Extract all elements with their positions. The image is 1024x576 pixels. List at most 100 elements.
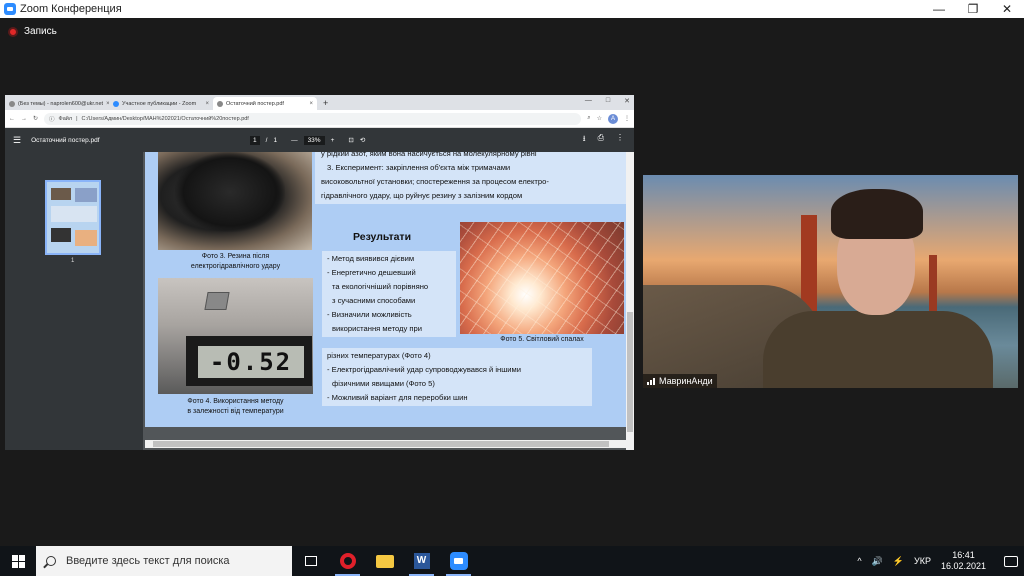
- url-text: C:/Users/Админ/Desktop/МАН%202021/Остато…: [81, 115, 249, 122]
- caption-photo-4: Фото 4. Використання методу в залежності…: [158, 397, 313, 417]
- photo-light-flash: [460, 222, 624, 334]
- zoom-lens-icon[interactable]: ⌕: [587, 115, 590, 122]
- pdf-actions: ⭳ ⎙ ⋮: [583, 133, 624, 147]
- taskbar-file-explorer[interactable]: [366, 546, 403, 576]
- recording-indicator[interactable]: Запись: [8, 26, 57, 37]
- result-item: - Визначили можливість: [327, 310, 412, 320]
- tab-label: Участное публикации - Zoom: [122, 100, 197, 107]
- browser-close-button[interactable]: ✕: [624, 97, 630, 105]
- taskbar-zoom[interactable]: [440, 546, 477, 576]
- zoom-minimize-button[interactable]: —: [922, 0, 956, 18]
- horizontal-scrollbar[interactable]: [145, 440, 626, 448]
- network-icon[interactable]: ⚡: [893, 556, 904, 567]
- url-field[interactable]: ⓘ Файл | C:/Users/Админ/Desktop/МАН%2020…: [44, 112, 582, 125]
- zoom-title-bar: Zoom Конференция — ❐ ✕: [0, 0, 1024, 18]
- zoom-level-input[interactable]: 33%: [303, 135, 325, 145]
- forward-icon[interactable]: →: [21, 116, 27, 122]
- search-icon: [46, 556, 56, 566]
- tray-chevron-icon[interactable]: ^: [857, 556, 861, 566]
- browser-minimize-button[interactable]: —: [585, 97, 592, 105]
- volume-icon[interactable]: 🔊: [872, 556, 883, 567]
- tab-label: (Без темы) - naprolen600@ukr.net: [18, 100, 104, 107]
- caption-line: Фото 4. Використання методу: [187, 398, 284, 405]
- participant-hair: [831, 189, 923, 239]
- browser-tab-mail[interactable]: (Без темы) - naprolen600@ukr.net ×: [5, 97, 109, 110]
- search-placeholder: Введите здесь текст для поиска: [66, 555, 230, 567]
- result-item: з сучасними способами: [332, 296, 416, 306]
- photo-rubber-shadow: [175, 152, 285, 232]
- back-icon[interactable]: ←: [9, 116, 15, 122]
- windows-logo-icon: [11, 554, 25, 568]
- sample-cube: [204, 292, 230, 310]
- taskbar-opera[interactable]: [329, 546, 366, 576]
- print-icon[interactable]: ⎙: [598, 133, 604, 147]
- participant-name-tag: МавринАнди: [643, 374, 717, 388]
- page-separator: /: [265, 136, 268, 144]
- new-tab-button[interactable]: +: [317, 97, 334, 110]
- download-icon[interactable]: ⭳: [583, 133, 586, 147]
- browser-maximize-button[interactable]: □: [606, 97, 610, 105]
- taskbar-word[interactable]: W: [403, 546, 440, 576]
- poster-text-line: гідравлічного удару, що руйнує резину з …: [321, 191, 523, 201]
- url-separator: |: [76, 115, 78, 122]
- zoom-window-controls: — ❐ ✕: [922, 0, 1024, 18]
- opera-icon: [339, 553, 356, 569]
- hamburger-menu-icon[interactable]: ☰: [13, 135, 21, 146]
- poster-text-line: 3. Експеримент: закріплення об'єкта між …: [327, 163, 511, 173]
- zoom-app-icon: [4, 3, 16, 15]
- page-total: 1: [273, 136, 278, 144]
- results-heading: Результати: [353, 231, 412, 243]
- tab-close-icon[interactable]: ×: [205, 101, 209, 107]
- clock-time: 16:41: [952, 549, 975, 560]
- profile-avatar[interactable]: А: [608, 113, 618, 124]
- zoom-window-title: Zoom Конференция: [20, 3, 122, 15]
- reload-icon[interactable]: ↻: [33, 115, 38, 122]
- poster-page: у рідкий азот, яким вона насичується на …: [145, 152, 633, 427]
- browser-tab-zoom[interactable]: Участное публикации - Zoom ×: [109, 97, 213, 110]
- browser-tab-pdf[interactable]: Остаточний постер.pdf ×: [213, 97, 317, 110]
- zoom-maximize-button[interactable]: ❐: [956, 0, 990, 18]
- clock-date: 16.02.2021: [940, 561, 986, 571]
- more-menu-icon[interactable]: ⋮: [624, 115, 630, 122]
- start-button[interactable]: [0, 546, 36, 576]
- taskbar-clock[interactable]: 16:41 16.02.2021: [941, 550, 986, 573]
- rotate-icon[interactable]: ⟲: [360, 136, 365, 144]
- result-item: різних температурах (Фото 4): [327, 351, 431, 360]
- poster-text-line: високовольтної установки; спостереження …: [321, 177, 549, 187]
- task-view-button[interactable]: [292, 546, 329, 576]
- zoom-out-button[interactable]: —: [291, 137, 298, 144]
- result-item: використання методу при: [332, 324, 422, 334]
- fit-page-icon[interactable]: ⊡: [348, 136, 353, 144]
- taskbar-search-box[interactable]: Введите здесь текст для поиска: [36, 546, 292, 576]
- zoom-close-button[interactable]: ✕: [990, 0, 1024, 18]
- poster-text-line: у рідкий азот, яким вона насичується на …: [321, 152, 537, 158]
- tab-close-icon[interactable]: ×: [309, 101, 313, 107]
- result-item: - Метод виявився дієвим: [327, 254, 415, 263]
- globe-favicon-icon: [217, 100, 223, 107]
- meter-display: -0.52: [186, 336, 312, 386]
- caption-line: Фото 3. Резина після: [201, 253, 270, 260]
- pdf-file-name: Остаточний постер.pdf: [31, 136, 100, 144]
- folder-icon: [375, 554, 394, 568]
- language-indicator[interactable]: УКР: [914, 556, 931, 566]
- thumbnail-sidebar: 1: [5, 152, 143, 450]
- notifications-icon[interactable]: [1004, 555, 1018, 567]
- recording-label: Запись: [24, 26, 57, 37]
- signal-bars-icon: [647, 377, 655, 385]
- zoom-favicon-icon: [113, 100, 119, 107]
- tab-label: Остаточний постер.pdf: [226, 100, 284, 107]
- participant-video-tile[interactable]: МавринАнди: [643, 175, 1018, 388]
- participant-person: [733, 181, 993, 388]
- record-icon: [8, 26, 18, 37]
- participant-name: МавринАнди: [659, 376, 713, 386]
- vertical-scrollbar[interactable]: [626, 152, 634, 450]
- page-thumbnail[interactable]: [45, 180, 101, 255]
- page-number-input[interactable]: 1: [250, 135, 260, 145]
- bookmark-star-icon[interactable]: ☆: [597, 115, 602, 122]
- zoom-in-button[interactable]: +: [331, 137, 335, 144]
- url-scheme: Файл: [58, 115, 73, 122]
- photo-thermometer: -0.52: [158, 278, 313, 394]
- pdf-more-icon[interactable]: ⋮: [616, 133, 624, 147]
- result-item: фізичними явищами (Фото 5): [332, 379, 435, 389]
- zoom-icon: [449, 552, 468, 570]
